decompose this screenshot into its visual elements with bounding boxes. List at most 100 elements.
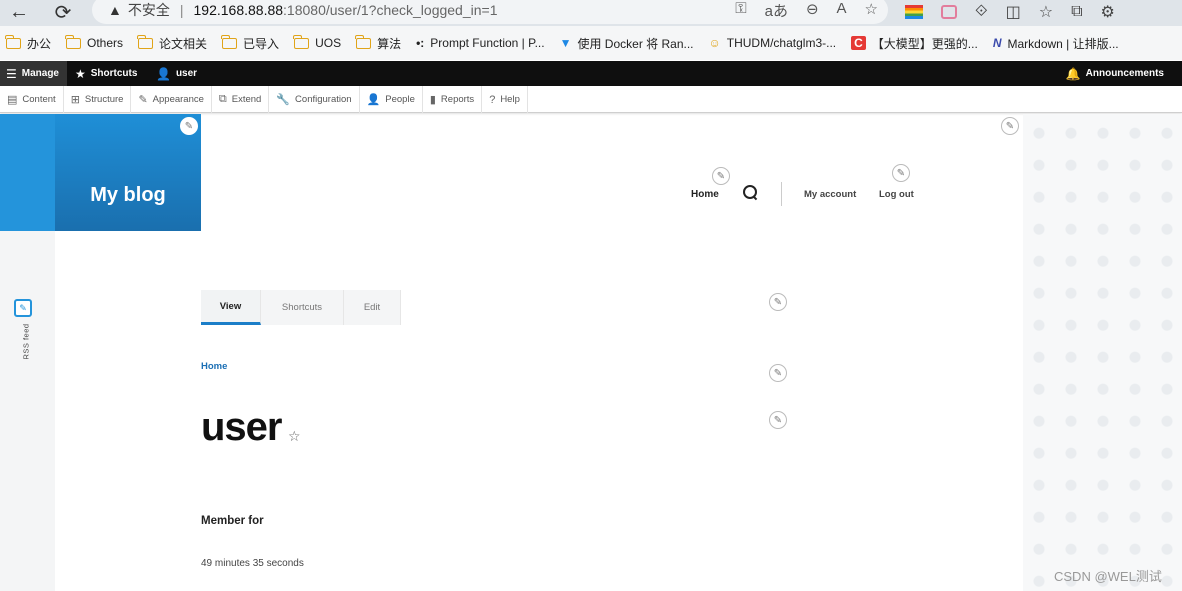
folder-icon <box>293 34 310 49</box>
extensions-puzzle-icon[interactable]: ⟐ <box>975 3 988 21</box>
favorites-icon[interactable]: ☆ <box>1039 2 1053 22</box>
tray-item-people[interactable]: 👤 People <box>360 86 423 113</box>
bookmark-folder[interactable]: UOS <box>293 34 341 50</box>
announcements-button[interactable]: 🔔 Announcements <box>1060 61 1170 86</box>
bookmark-link[interactable]: •: Prompt Function | P... <box>416 36 544 50</box>
collections-icon[interactable]: ⧉ <box>1071 3 1082 21</box>
main-nav-home[interactable]: Home <box>691 189 719 200</box>
bookmark-folder[interactable]: 办公 <box>5 34 52 52</box>
tray-label: People <box>385 94 415 105</box>
edit-pencil-icon[interactable]: ✎ <box>712 167 730 185</box>
bookmark-label: 算法 <box>377 36 402 51</box>
bookmark-link[interactable]: N Markdown | 让排版... <box>993 35 1119 52</box>
bookmark-link[interactable]: ▼ 使用 Docker 将 Ran... <box>560 35 694 52</box>
reload-icon[interactable]: ⟳ <box>48 0 78 24</box>
rss-feed[interactable]: ✎ RSS feed <box>14 299 34 379</box>
bookmark-folder[interactable]: 已导入 <box>221 34 280 52</box>
tab-label: Edit <box>363 302 381 313</box>
site-branding[interactable]: My blog <box>55 114 201 231</box>
folder-icon <box>221 34 238 49</box>
bookmark-folder[interactable]: 算法 <box>355 34 402 52</box>
huggingface-icon: ☺ <box>708 36 721 50</box>
edit-pencil-icon[interactable]: ✎ <box>1001 117 1019 135</box>
url-path: :18080/user/1?check_logged_in=1 <box>283 2 498 18</box>
insecure-label[interactable]: 不安全 <box>128 0 170 20</box>
tray-item-reports[interactable]: ▮ Reports <box>423 86 483 113</box>
favorite-star-icon[interactable]: ☆ <box>288 428 301 445</box>
site-name[interactable]: My blog <box>90 184 166 207</box>
shortcuts-label: Shortcuts <box>90 68 138 79</box>
my-account-link[interactable]: My account <box>804 189 856 200</box>
tray-item-help[interactable]: ? Help <box>482 86 528 113</box>
bookmark-label: 已导入 <box>243 36 280 51</box>
edit-pencil-icon[interactable]: ✎ <box>892 164 910 182</box>
edit-pencil-icon[interactable]: ✎ <box>769 411 787 429</box>
address-bar[interactable]: ▲ 不安全 | 192.168.88.88 :18080/user/1?chec… <box>92 0 888 24</box>
tray-label: Content <box>22 94 56 105</box>
folder-icon <box>137 34 154 49</box>
extend-icon: ⧉ <box>218 93 227 105</box>
bookmark-label: 【大模型】更强的... <box>871 36 978 51</box>
key-icon[interactable]: ⚿ <box>735 0 746 21</box>
folder-icon <box>5 34 21 49</box>
tab-label: Shortcuts <box>281 302 323 313</box>
breadcrumb-home[interactable]: Home <box>201 361 227 372</box>
bookmark-label: Prompt Function | P... <box>430 36 545 50</box>
search-icon[interactable] <box>742 184 758 200</box>
tray-label: Help <box>500 94 520 105</box>
folder-icon <box>355 34 372 49</box>
reports-icon: ▮ <box>429 94 436 106</box>
tab-edit[interactable]: Edit <box>344 290 401 325</box>
bookmark-label: 办公 <box>27 36 52 51</box>
edit-pencil-icon[interactable]: ✎ <box>769 364 787 382</box>
read-aloud-icon[interactable]: A <box>837 0 847 21</box>
bookmark-folder[interactable]: Others <box>65 34 123 50</box>
hamburger-icon: ☰ <box>6 66 17 81</box>
tray-item-extend[interactable]: ⧉ Extend <box>212 86 270 113</box>
star-icon: ★ <box>75 66 86 81</box>
csdn-icon: C <box>851 36 866 50</box>
bookmark-label: Markdown | 让排版... <box>1007 36 1119 51</box>
member-for-label: Member for <box>201 515 264 527</box>
address-separator: | <box>179 2 184 18</box>
tray-item-structure[interactable]: ⊞ Structure <box>64 86 132 113</box>
address-icons: ⚿ aあ ⊖ A ☆ <box>735 0 878 21</box>
log-out-link[interactable]: Log out <box>879 189 914 200</box>
bookmark-folder[interactable]: 论文相关 <box>137 34 207 52</box>
tray-item-appearance[interactable]: ✎ Appearance <box>131 86 212 113</box>
folder-icon <box>65 34 82 49</box>
pink-extension-icon[interactable] <box>941 5 957 19</box>
rss-edit-icon[interactable]: ✎ <box>14 299 32 317</box>
docker-icon: ▼ <box>559 36 572 50</box>
warning-icon: ▲ <box>108 2 122 18</box>
tray-label: Reports <box>440 94 475 105</box>
favorite-star-icon[interactable]: ☆ <box>865 0 878 21</box>
tray-item-content[interactable]: ▤ Content <box>0 86 64 113</box>
tab-shortcuts[interactable]: Shortcuts <box>261 290 344 325</box>
translate-icon[interactable]: aあ <box>765 0 788 21</box>
tab-view[interactable]: View <box>201 290 261 325</box>
manage-label: Manage <box>21 68 59 79</box>
admin-tray: ▤ Content ⊞ Structure ✎ Appearance ⧉ Extend … <box>0 86 1182 113</box>
tray-item-configuration[interactable]: 🔧 Configuration <box>269 86 360 113</box>
tray-label: Configuration <box>295 94 352 105</box>
structure-icon: ⊞ <box>70 94 80 106</box>
bookmark-link[interactable]: ☺ THUDM/chatglm3-... <box>709 36 837 50</box>
shortcuts-button[interactable]: ★ Shortcuts <box>69 61 143 86</box>
edit-pencil-icon[interactable]: ✎ <box>180 117 198 135</box>
user-button[interactable]: 👤 user <box>150 61 203 86</box>
tray-label: Structure <box>84 94 124 105</box>
bookmark-link[interactable]: C 【大模型】更强的... <box>851 35 978 52</box>
page-title: user <box>201 405 282 449</box>
split-screen-icon[interactable]: ◫ <box>1006 2 1021 22</box>
help-icon: ? <box>489 93 496 106</box>
settings-icon[interactable]: ⚙ <box>1101 2 1115 22</box>
appearance-icon: ✎ <box>138 94 148 106</box>
url-host: 192.168.88.88 <box>193 2 284 18</box>
manage-button[interactable]: ☰ Manage <box>0 61 67 86</box>
rainbow-extension-icon[interactable] <box>905 5 923 19</box>
zoom-out-icon[interactable]: ⊖ <box>806 0 819 21</box>
edit-pencil-icon[interactable]: ✎ <box>769 293 787 311</box>
browser-toolbar: ← ⟳ ▲ 不安全 | 192.168.88.88 :18080/user/1?… <box>0 0 1182 26</box>
back-icon[interactable]: ← <box>4 0 34 24</box>
